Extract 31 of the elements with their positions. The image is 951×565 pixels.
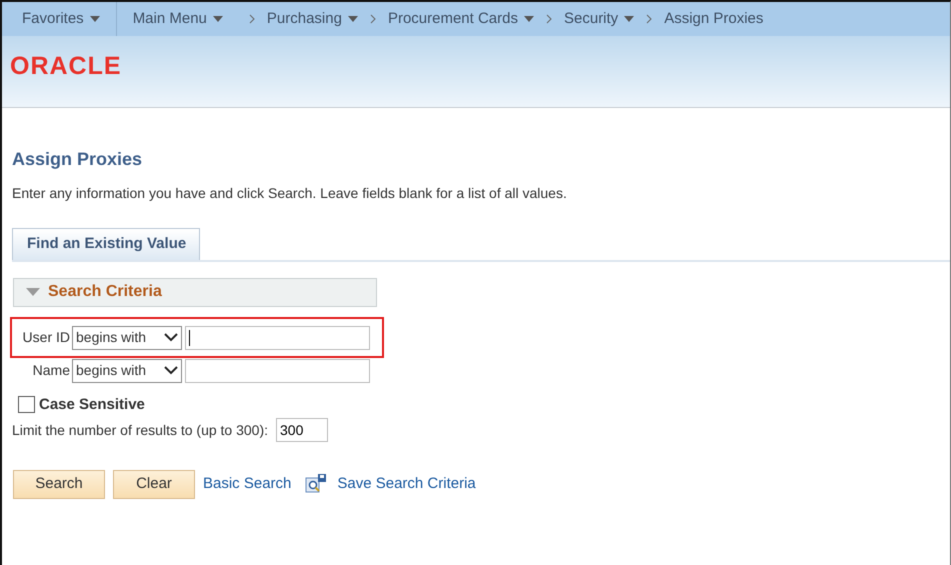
link[interactable]: Basic Search — [203, 473, 292, 496]
input-field[interactable] — [185, 326, 370, 350]
dropdown-icon — [164, 366, 178, 375]
dropdown-icon — [164, 333, 178, 342]
logo: ORACLE — [10, 52, 122, 80]
action-button[interactable]: Clear — [113, 470, 195, 498]
operator-select[interactable]: begins with — [72, 358, 182, 382]
field-label: Name — [32, 361, 71, 380]
chevron-icon — [248, 14, 255, 24]
instructions-text: Enter any information you have and click Search. Leave fields blank for a list of all values. — [12, 184, 568, 203]
checkbox-label: Case Sensitive — [39, 394, 145, 414]
operator-select[interactable]: begins with — [72, 326, 182, 350]
page-title: Assign Proxies — [12, 148, 144, 171]
breadcrumb-link[interactable]: Assign Proxies — [658, 8, 770, 30]
action-button[interactable]: Search — [13, 470, 105, 498]
input-field[interactable] — [185, 358, 370, 382]
chevron-icon — [646, 14, 652, 24]
section-header[interactable]: Search Criteria — [13, 278, 377, 306]
limit-field[interactable]: 300 — [276, 418, 328, 442]
chevron-icon — [546, 14, 552, 24]
section-title: Search Criteria — [48, 282, 162, 302]
breadcrumb-link[interactable]: Main Menu — [126, 8, 229, 30]
tab[interactable]: Find an Existing Value — [12, 228, 200, 260]
field-label: User ID — [22, 328, 71, 347]
checkbox[interactable] — [18, 396, 35, 414]
breadcrumb-link[interactable]: Procurement Cards — [382, 8, 540, 30]
limit-label: Limit the number of results to (up to 300): — [12, 420, 268, 440]
breadcrumb-link[interactable]: Purchasing — [260, 8, 364, 30]
chevron-icon — [370, 14, 376, 24]
breadcrumb-link[interactable]: Security — [558, 8, 640, 30]
link[interactable]: Save Search Criteria — [337, 473, 476, 496]
